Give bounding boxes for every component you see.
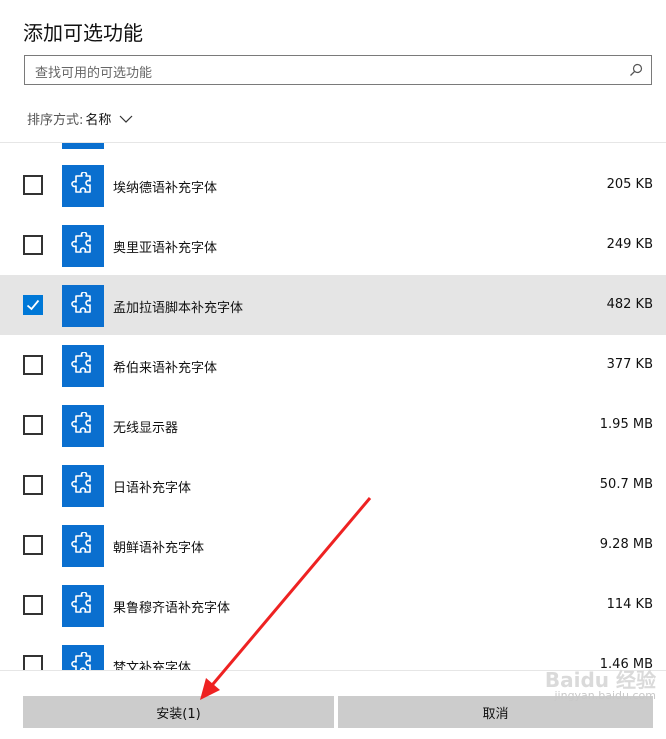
puzzle-icon	[62, 345, 104, 387]
feature-size: 1.95 MB	[599, 417, 653, 432]
sort-value: 名称	[85, 113, 112, 128]
feature-size: 9.28 MB	[599, 537, 653, 552]
watermark-url: jingyan.baidu.com	[554, 689, 656, 702]
search-placeholder: 查找可用的可选功能	[35, 66, 153, 81]
feature-checkbox[interactable]	[23, 175, 43, 195]
feature-row[interactable]: 日语补充字体 50.7 MB	[0, 455, 666, 515]
feature-checkbox[interactable]	[23, 595, 43, 615]
puzzle-icon	[62, 225, 104, 267]
feature-size: 482 KB	[606, 297, 653, 312]
puzzle-icon	[62, 525, 104, 567]
feature-name: 梵文补充字体	[113, 661, 192, 670]
feature-row[interactable]: 朝鲜语补充字体 9.28 MB	[0, 515, 666, 575]
install-button[interactable]: 安装(1)	[23, 696, 334, 728]
feature-size: 205 KB	[606, 177, 653, 192]
feature-name: 朝鲜语补充字体	[113, 541, 205, 556]
feature-size: 114 KB	[606, 597, 653, 612]
puzzle-icon	[62, 405, 104, 447]
feature-row[interactable]: 果鲁穆齐语补充字体 114 KB	[0, 575, 666, 635]
feature-checkbox[interactable]	[23, 475, 43, 495]
watermark: Baidu 经验 jingyan.baidu.com	[544, 668, 656, 704]
feature-checkbox[interactable]	[23, 295, 43, 315]
feature-row[interactable]: 梵文补充字体 1.46 MB	[0, 635, 666, 670]
feature-row[interactable]: 奥里亚语补充字体 249 KB	[0, 215, 666, 275]
feature-icon	[62, 143, 104, 149]
chevron-down-icon	[119, 115, 133, 123]
feature-row[interactable]: 希伯来语补充字体 377 KB	[0, 335, 666, 395]
feature-checkbox[interactable]	[23, 535, 43, 555]
feature-row[interactable]: 埃纳德语补充字体 205 KB	[0, 155, 666, 215]
feature-checkbox[interactable]	[23, 355, 43, 375]
puzzle-icon	[62, 165, 104, 207]
feature-size: 249 KB	[606, 237, 653, 252]
feature-size: 50.7 MB	[599, 477, 653, 492]
puzzle-icon	[62, 465, 104, 507]
puzzle-icon	[62, 285, 104, 327]
feature-name: 奥里亚语补充字体	[113, 241, 218, 256]
feature-size: 377 KB	[606, 357, 653, 372]
sort-label: 排序方式:	[27, 113, 84, 128]
puzzle-icon	[62, 585, 104, 627]
dialog-title: 添加可选功能	[23, 21, 143, 45]
feature-row[interactable]: 无线显示器 1.95 MB	[0, 395, 666, 455]
feature-name: 果鲁穆齐语补充字体	[113, 601, 231, 616]
puzzle-icon	[62, 645, 104, 670]
feature-name: 埃纳德语补充字体	[113, 181, 218, 196]
feature-checkbox[interactable]	[23, 235, 43, 255]
feature-row[interactable]: 孟加拉语脚本补充字体 482 KB	[0, 275, 666, 335]
feature-checkbox[interactable]	[23, 415, 43, 435]
feature-name: 希伯来语补充字体	[113, 361, 218, 376]
search-input[interactable]: 查找可用的可选功能	[24, 55, 652, 85]
search-icon[interactable]	[629, 63, 643, 77]
watermark-brand: Baidu 经验	[544, 668, 656, 692]
feature-name: 无线显示器	[113, 421, 179, 436]
feature-name: 孟加拉语脚本补充字体	[113, 301, 244, 316]
feature-list[interactable]: 埃纳德语补充字体 205 KB 奥里亚语补充字体 249 KB 孟加拉语脚本补充字体 48…	[0, 142, 666, 670]
feature-name: 日语补充字体	[113, 481, 192, 496]
sort-dropdown[interactable]: 排序方式: 名称	[27, 109, 133, 128]
feature-checkbox[interactable]	[23, 655, 43, 670]
